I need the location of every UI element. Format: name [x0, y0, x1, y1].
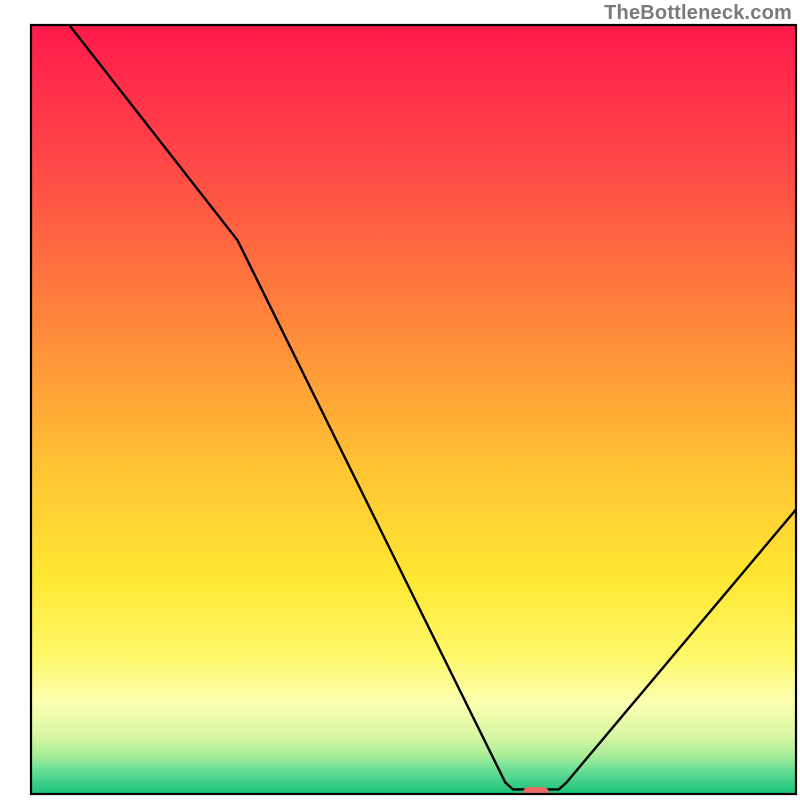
- plot-gradient-background: [31, 25, 796, 794]
- chart-svg: [0, 0, 800, 800]
- chart-container: TheBottleneck.com: [0, 0, 800, 800]
- attribution-label: TheBottleneck.com: [604, 2, 792, 25]
